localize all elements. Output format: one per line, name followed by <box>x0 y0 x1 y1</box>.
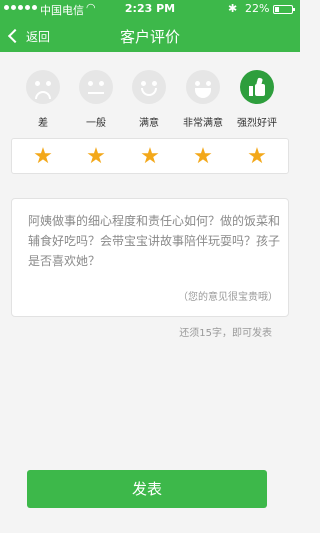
battery-percent: 22% <box>245 2 270 15</box>
page-title: 客户评价 <box>119 28 180 46</box>
star-icon[interactable]: ★ <box>85 146 107 168</box>
review-hint: （您的意见很宝贵哦） <box>178 292 278 303</box>
frown-face-icon <box>26 70 60 104</box>
rating-label: 差 <box>38 118 48 129</box>
star-icon[interactable]: ★ <box>139 146 161 168</box>
header-bar: 中国电信 ◠ 2:23 PM ✱ 22% 返回 客户评价 <box>0 0 300 52</box>
char-count-tip: 还须15字，即可发表 <box>179 328 272 339</box>
rating-label: 强烈好评 <box>237 118 277 129</box>
nav-row: 返回 客户评价 <box>0 20 300 52</box>
star-icon[interactable]: ★ <box>32 146 54 168</box>
battery-icon <box>273 5 295 14</box>
rating-option-highly-recommend[interactable]: 强烈好评 <box>229 62 285 129</box>
bluetooth-icon: ✱ <box>228 2 238 15</box>
status-bar: 中国电信 ◠ 2:23 PM ✱ 22% <box>0 0 300 18</box>
star-icon[interactable]: ★ <box>192 146 214 168</box>
smile-face-icon <box>132 70 166 104</box>
neutral-face-icon <box>79 70 113 104</box>
rating-label: 非常满意 <box>183 118 223 129</box>
submit-button[interactable]: 发表 <box>27 470 267 508</box>
rating-option-satisfied[interactable]: 满意 <box>121 62 177 129</box>
rating-label: 一般 <box>86 118 106 129</box>
rating-label: 满意 <box>139 118 159 129</box>
rating-option-poor[interactable]: 差 <box>15 62 71 129</box>
star-rating: ★ ★ ★ ★ ★ <box>11 138 289 174</box>
review-placeholder: 阿姨做事的细心程度和责任心如何？做的饭菜和辅食好吃吗？会带宝宝讲故事陪伴玩耍吗？… <box>28 214 281 268</box>
thumbs-up-icon <box>240 70 274 104</box>
rating-option-fair[interactable]: 一般 <box>68 62 124 129</box>
laughing-face-icon <box>186 70 220 104</box>
rating-option-very-satisfied[interactable]: 非常满意 <box>175 62 231 129</box>
star-icon[interactable]: ★ <box>246 146 268 168</box>
review-textarea[interactable]: 阿姨做事的细心程度和责任心如何？做的饭菜和辅食好吃吗？会带宝宝讲故事陪伴玩耍吗？… <box>11 198 289 317</box>
rating-level-selector: 差 一般 满意 非常满意 强烈好评 <box>0 62 300 132</box>
